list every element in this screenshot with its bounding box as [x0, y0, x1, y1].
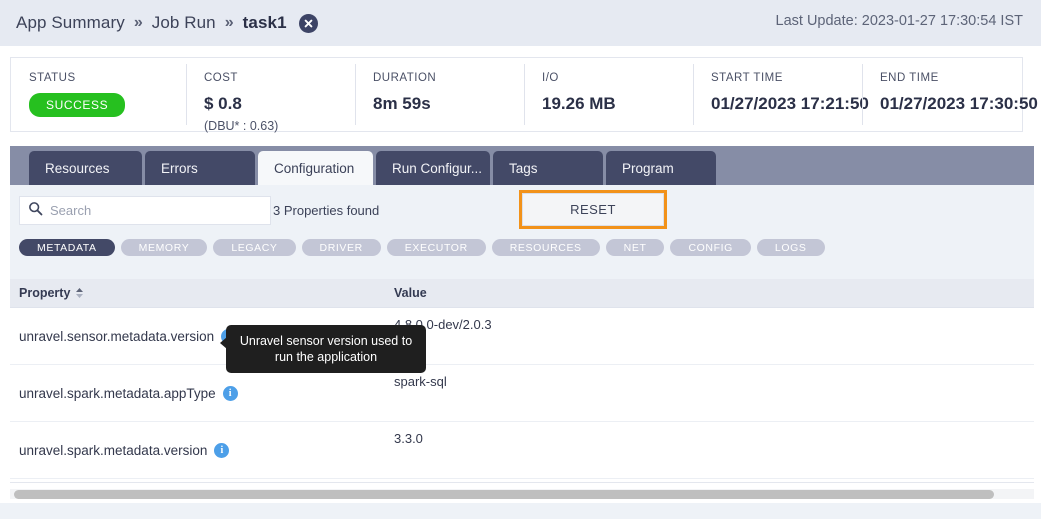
summary-label: END TIME: [880, 72, 1024, 84]
pill-label: METADATA: [37, 242, 97, 254]
pill-logs[interactable]: LOGS: [757, 239, 825, 256]
breadcrumb-separator-icon: »: [134, 14, 143, 32]
tab-label: Resources: [45, 161, 110, 176]
summary-value: 19.26 MB: [542, 94, 693, 114]
table-row[interactable]: unravel.spark.metadata.version i 3.3.0: [10, 422, 1034, 479]
column-header-property[interactable]: Property: [10, 286, 394, 300]
cell-property: unravel.spark.metadata.appType i: [10, 365, 394, 422]
tab-label: Tags: [509, 161, 538, 176]
summary-label: STATUS: [29, 72, 186, 84]
pill-label: MEMORY: [139, 242, 190, 254]
footer-strip: [0, 503, 1041, 519]
tab-label: Configuration: [274, 161, 354, 176]
page-header: App Summary » Job Run » task1 Last Updat…: [0, 0, 1041, 46]
summary-card-io: I/O 19.26 MB: [524, 58, 693, 131]
tab-tags[interactable]: Tags: [493, 151, 603, 185]
property-name: unravel.spark.metadata.appType: [19, 386, 216, 401]
pill-label: LOGS: [775, 242, 807, 254]
reset-button-highlight: RESET: [519, 190, 667, 229]
summary-label: I/O: [542, 72, 693, 84]
table-row[interactable]: unravel.spark.metadata.appType i spark-s…: [10, 365, 1034, 422]
tab-label: Program: [622, 161, 674, 176]
search-box[interactable]: [19, 196, 271, 225]
pill-legacy[interactable]: LEGACY: [213, 239, 295, 256]
pill-memory[interactable]: MEMORY: [121, 239, 208, 256]
tab-resources[interactable]: Resources: [29, 151, 142, 185]
tab-label: Run Configur...: [392, 161, 482, 176]
reset-button[interactable]: RESET: [522, 193, 664, 226]
pill-config[interactable]: CONFIG: [670, 239, 750, 256]
close-icon[interactable]: [299, 14, 318, 33]
summary-card-duration: DURATION 8m 59s: [355, 58, 524, 131]
summary-value: 01/27/2023 17:21:50: [711, 94, 862, 114]
summary-card-cost: COST $ 0.8 (DBU* : 0.63): [186, 58, 355, 131]
summary-label: COST: [204, 72, 355, 84]
pill-metadata[interactable]: METADATA: [19, 239, 115, 256]
pill-label: CONFIG: [688, 242, 732, 254]
pill-label: RESOURCES: [510, 242, 582, 254]
breadcrumb-separator-icon: »: [225, 14, 234, 32]
pill-label: DRIVER: [320, 242, 363, 254]
info-icon[interactable]: i: [223, 386, 238, 401]
properties-found-label: 3 Properties found: [273, 203, 379, 218]
pill-driver[interactable]: DRIVER: [302, 239, 381, 256]
pill-executor[interactable]: EXECUTOR: [387, 239, 486, 256]
category-pill-group: METADATA MEMORY LEGACY DRIVER EXECUTOR R…: [19, 239, 825, 256]
pill-resources[interactable]: RESOURCES: [492, 239, 600, 256]
pill-label: LEGACY: [231, 242, 277, 254]
info-icon[interactable]: i: [214, 443, 229, 458]
pill-label: NET: [624, 242, 647, 254]
breadcrumb-item-task1[interactable]: task1: [243, 13, 287, 33]
tab-errors[interactable]: Errors: [145, 151, 255, 185]
column-header-value: Value: [394, 286, 427, 300]
app-root: App Summary » Job Run » task1 Last Updat…: [0, 0, 1041, 519]
properties-table: Property Value unravel.sensor.metadata.v…: [10, 279, 1034, 479]
column-header-label: Value: [394, 286, 427, 300]
column-header-label: Property: [19, 286, 70, 300]
info-tooltip: Unravel sensor version used to run the a…: [226, 325, 426, 373]
property-name: unravel.sensor.metadata.version: [19, 329, 214, 344]
search-input[interactable]: [50, 203, 250, 218]
breadcrumb-item-job-run[interactable]: Job Run: [152, 13, 216, 33]
breadcrumb-item-app-summary[interactable]: App Summary: [16, 13, 125, 33]
sort-icon[interactable]: [75, 287, 84, 299]
tab-program[interactable]: Program: [606, 151, 716, 185]
property-name: unravel.spark.metadata.version: [19, 443, 207, 458]
table-row[interactable]: unravel.sensor.metadata.version i 4.8.0.…: [10, 308, 1034, 365]
tab-bar: Resources Errors Configuration Run Confi…: [10, 146, 1034, 185]
pill-label: EXECUTOR: [405, 242, 468, 254]
cell-value: 3.3.0: [394, 422, 423, 446]
tab-configuration[interactable]: Configuration: [258, 151, 373, 185]
summary-label: DURATION: [373, 72, 524, 84]
status-badge: SUCCESS: [29, 93, 125, 117]
run-summary-strip: STATUS SUCCESS COST $ 0.8 (DBU* : 0.63) …: [10, 57, 1023, 132]
summary-card-status: STATUS SUCCESS: [11, 58, 186, 131]
table-header-row: Property Value: [10, 279, 1034, 308]
summary-card-start-time: START TIME 01/27/2023 17:21:50: [693, 58, 862, 131]
tab-label: Errors: [161, 161, 198, 176]
pill-net[interactable]: NET: [606, 239, 665, 256]
tab-run-configuration[interactable]: Run Configur...: [376, 151, 490, 185]
table-bottom-divider: [10, 482, 1034, 483]
breadcrumb: App Summary » Job Run » task1: [0, 13, 318, 33]
summary-value: $ 0.8: [204, 94, 355, 114]
summary-subvalue: (DBU* : 0.63): [204, 119, 355, 133]
cell-property: unravel.spark.metadata.version i: [10, 422, 394, 479]
summary-card-end-time: END TIME 01/27/2023 17:30:50: [862, 58, 1024, 131]
summary-value: 8m 59s: [373, 94, 524, 114]
summary-value: 01/27/2023 17:30:50: [880, 94, 1024, 114]
horizontal-scrollbar-thumb[interactable]: [14, 490, 994, 499]
last-update-label: Last Update: 2023-01-27 17:30:54 IST: [776, 13, 1023, 29]
summary-label: START TIME: [711, 72, 862, 84]
search-icon: [28, 201, 43, 221]
